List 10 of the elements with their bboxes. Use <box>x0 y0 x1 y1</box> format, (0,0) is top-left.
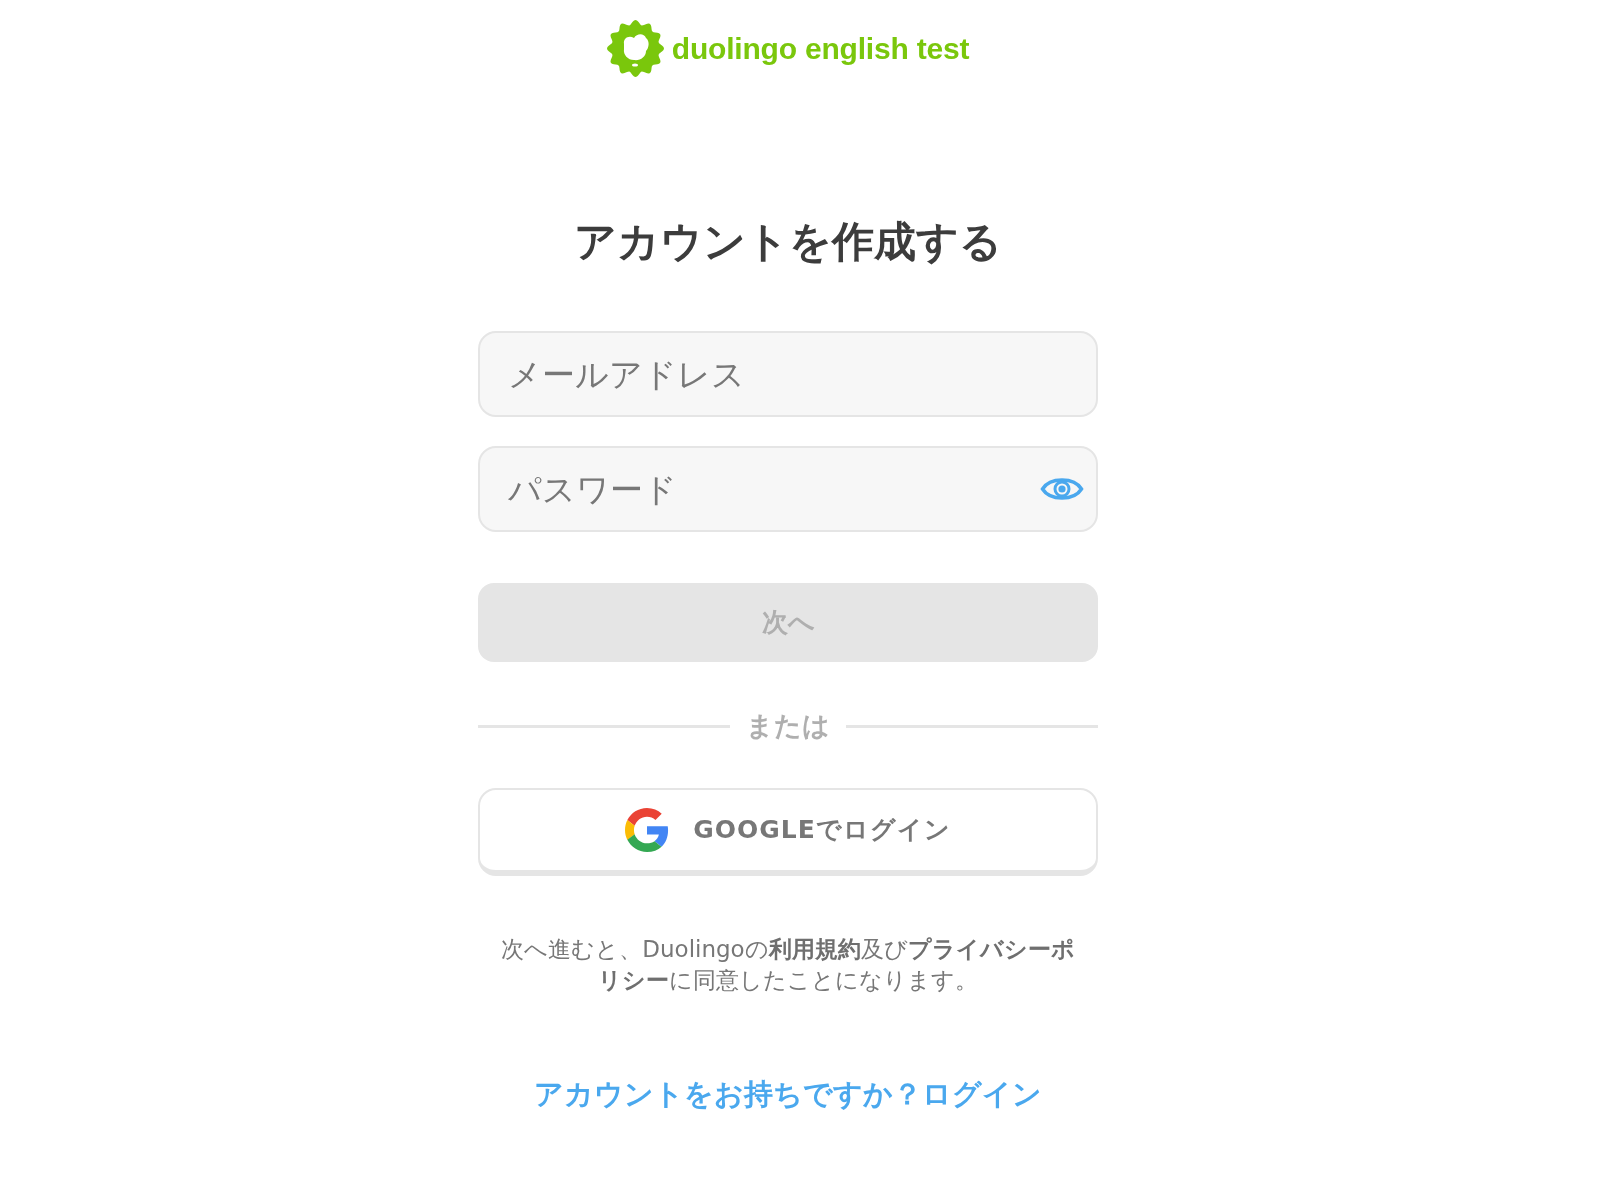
password-field[interactable]: パスワード <box>478 446 1098 532</box>
terms-text: 次へ進むと、Duolingoの利用規約及びプライバシーポリシーに同意したことになります。 <box>500 935 1076 995</box>
login-link[interactable]: アカウントをお持ちですか？ログイン <box>534 1076 1042 1112</box>
logo-badge-icon <box>606 20 664 77</box>
divider-text: または <box>745 710 831 742</box>
logo-wordmark: duolingo english test <box>671 30 970 67</box>
email-field[interactable]: メールアドレス <box>478 331 1098 417</box>
page-title: アカウントを作成する <box>574 217 1002 267</box>
g-logo-icon <box>625 808 670 852</box>
google-login-button[interactable]: GOOGLEでログイン <box>478 788 1098 876</box>
